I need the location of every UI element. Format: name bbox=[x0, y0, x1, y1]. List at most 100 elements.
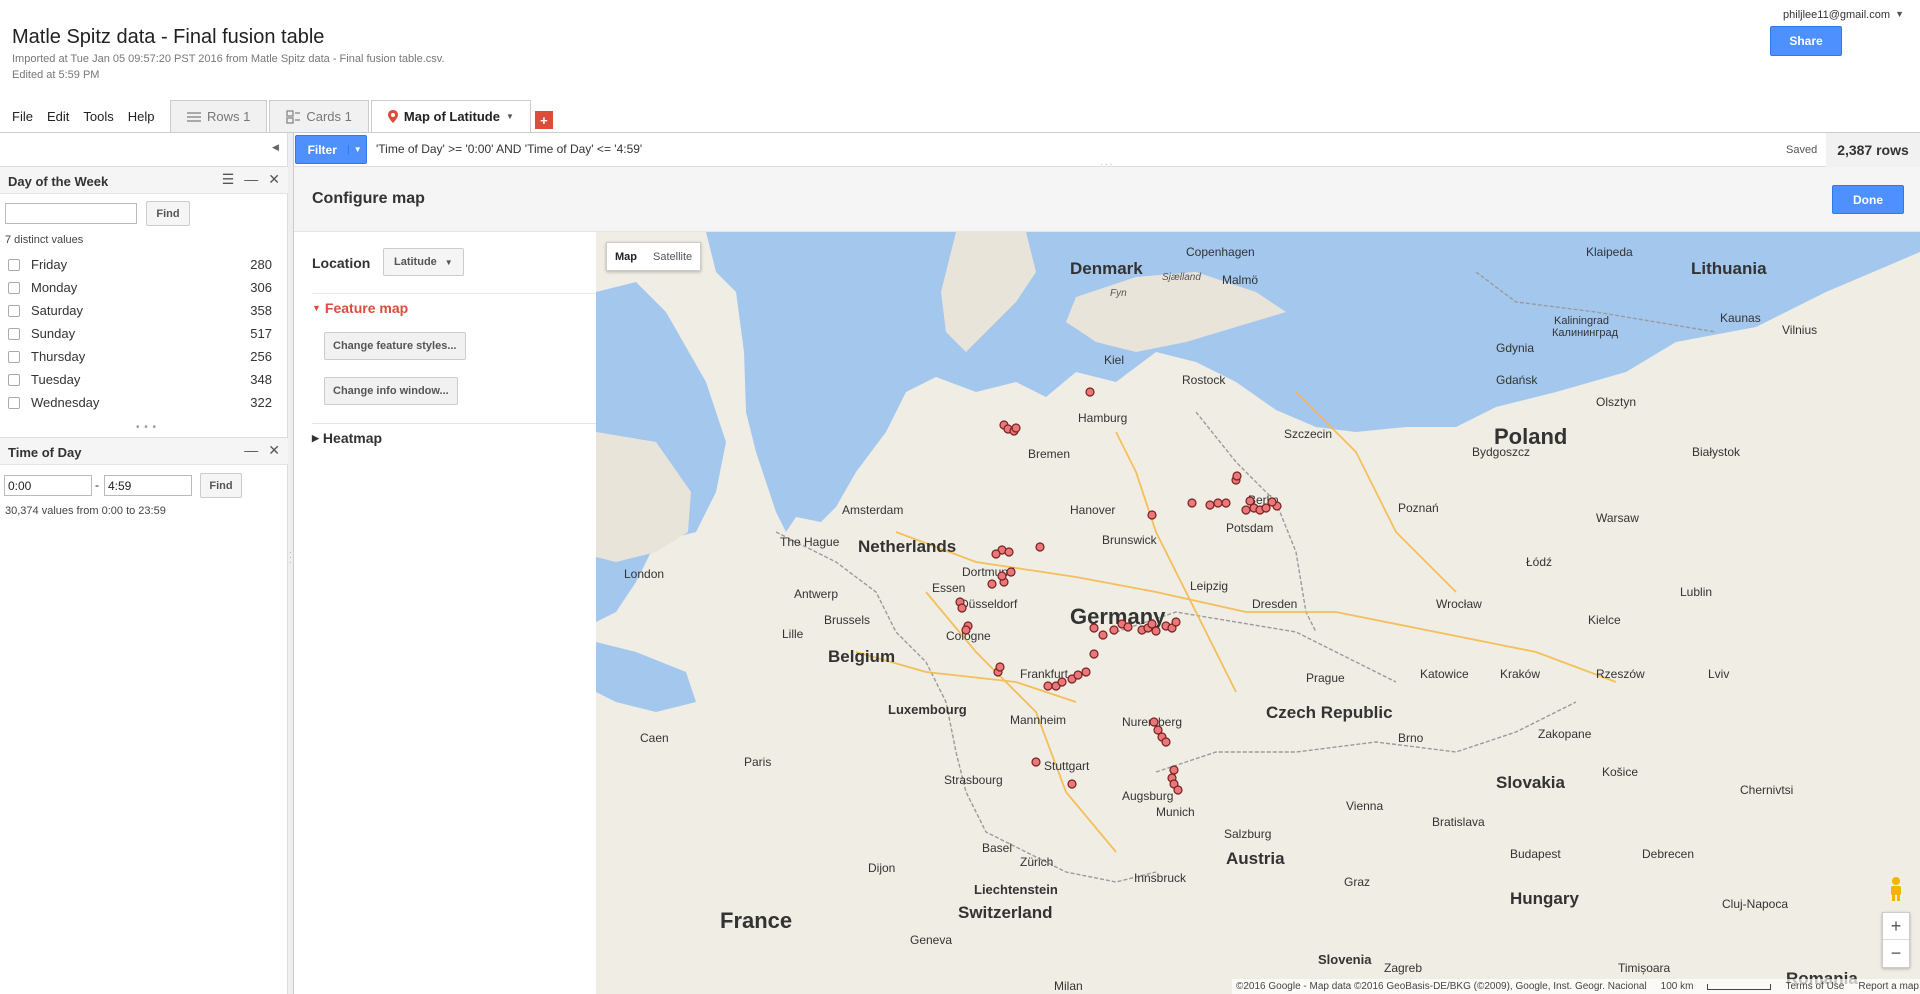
account-email[interactable]: philjlee11@gmail.com bbox=[1783, 9, 1890, 21]
location-marker[interactable] bbox=[1035, 542, 1045, 552]
map-canvas[interactable]: Denmark Lithuania Netherlands Poland Ger… bbox=[596, 232, 1920, 994]
map-type-map-button[interactable]: Map bbox=[607, 243, 645, 270]
location-marker[interactable] bbox=[1067, 779, 1077, 789]
filter-query[interactable]: 'Time of Day' >= '0:00' AND 'Time of Day… bbox=[376, 142, 642, 156]
location-marker[interactable] bbox=[957, 603, 967, 613]
close-icon[interactable]: ✕ bbox=[268, 171, 280, 188]
location-dropdown[interactable]: Latitude ▼ bbox=[383, 248, 464, 276]
location-marker[interactable] bbox=[1232, 471, 1242, 481]
location-marker[interactable] bbox=[1169, 765, 1179, 775]
filter-button[interactable]: Filter ▼ bbox=[295, 135, 367, 164]
location-marker[interactable] bbox=[1085, 387, 1095, 397]
list-item[interactable]: Monday 306 bbox=[8, 276, 272, 299]
account-caret-icon[interactable]: ▼ bbox=[1895, 9, 1904, 19]
location-marker[interactable] bbox=[1011, 423, 1021, 433]
list-item[interactable]: Wednesday 322 bbox=[8, 391, 272, 414]
minimize-icon[interactable]: — bbox=[244, 442, 258, 459]
city-label: The Hague bbox=[780, 535, 840, 549]
location-marker[interactable] bbox=[1213, 498, 1223, 508]
tab-rows[interactable]: Rows 1 bbox=[170, 100, 268, 132]
done-button[interactable]: Done bbox=[1832, 185, 1904, 214]
checkbox[interactable] bbox=[8, 373, 20, 386]
minimize-icon[interactable]: — bbox=[244, 171, 258, 188]
heatmap-section[interactable]: ▶ Heatmap bbox=[312, 430, 382, 446]
tab-dropdown-caret-icon[interactable]: ▼ bbox=[506, 112, 514, 121]
add-tab-button[interactable]: + bbox=[534, 111, 553, 129]
list-item[interactable]: Friday 280 bbox=[8, 253, 272, 276]
country-label: Netherlands bbox=[858, 537, 956, 556]
time-to-input[interactable] bbox=[104, 475, 192, 496]
location-marker[interactable] bbox=[1098, 630, 1108, 640]
location-marker[interactable] bbox=[1171, 617, 1181, 627]
city-label: Katowice bbox=[1420, 667, 1469, 681]
change-info-window-button[interactable]: Change info window... bbox=[324, 377, 458, 405]
day-find-button[interactable]: Find bbox=[146, 201, 190, 226]
checkbox[interactable] bbox=[8, 350, 20, 363]
time-from-input[interactable] bbox=[4, 475, 92, 496]
menu-tools[interactable]: Tools bbox=[83, 109, 113, 124]
tab-map-of-latitude[interactable]: Map of Latitude ▼ bbox=[370, 100, 531, 132]
tab-cards[interactable]: Cards 1 bbox=[269, 100, 369, 132]
map-graphic[interactable]: Denmark Lithuania Netherlands Poland Ger… bbox=[596, 232, 1920, 994]
change-feature-styles-button[interactable]: Change feature styles... bbox=[324, 332, 466, 360]
location-marker[interactable] bbox=[1031, 757, 1041, 767]
zoom-in-icon[interactable]: + bbox=[1883, 913, 1909, 940]
location-marker[interactable] bbox=[1057, 677, 1067, 687]
menu-file[interactable]: File bbox=[12, 109, 33, 124]
zoom-out-icon[interactable]: − bbox=[1883, 940, 1909, 967]
city-label: Warsaw bbox=[1596, 511, 1639, 525]
location-marker[interactable] bbox=[1147, 510, 1157, 520]
location-marker[interactable] bbox=[1149, 717, 1159, 727]
location-marker[interactable] bbox=[987, 579, 997, 589]
location-marker[interactable] bbox=[1161, 737, 1171, 747]
location-marker[interactable] bbox=[991, 549, 1001, 559]
checkbox[interactable] bbox=[8, 281, 20, 294]
checkbox[interactable] bbox=[8, 258, 20, 271]
location-marker[interactable] bbox=[1004, 547, 1014, 557]
day-filter-title: Day of the Week bbox=[8, 174, 109, 189]
country-label: Luxembourg bbox=[888, 702, 967, 717]
location-marker[interactable] bbox=[1073, 670, 1083, 680]
location-marker[interactable] bbox=[1267, 497, 1277, 507]
share-button[interactable]: Share bbox=[1770, 26, 1842, 56]
location-marker[interactable] bbox=[1089, 649, 1099, 659]
location-marker[interactable] bbox=[1006, 567, 1016, 577]
checkbox[interactable] bbox=[8, 304, 20, 317]
location-marker[interactable] bbox=[1151, 626, 1161, 636]
list-item[interactable]: Tuesday 348 bbox=[8, 368, 272, 391]
splitter-grip-icon[interactable]: · · · bbox=[289, 549, 292, 567]
location-marker[interactable] bbox=[1081, 667, 1091, 677]
feature-map-section[interactable]: ▼ Feature map bbox=[312, 300, 408, 316]
map-type-satellite-button[interactable]: Satellite bbox=[645, 243, 700, 270]
location-marker[interactable] bbox=[1043, 681, 1053, 691]
filter-caret-icon[interactable]: ▼ bbox=[348, 145, 366, 154]
street-view-pegman-icon[interactable] bbox=[1886, 876, 1906, 902]
menu-icon[interactable]: ☰ bbox=[222, 171, 235, 188]
menu-edit[interactable]: Edit bbox=[47, 109, 69, 124]
location-marker[interactable] bbox=[1109, 625, 1119, 635]
time-find-button[interactable]: Find bbox=[200, 473, 242, 498]
location-marker[interactable] bbox=[1245, 496, 1255, 506]
collapse-panel-icon[interactable]: ◀ bbox=[272, 142, 279, 153]
day-search-input[interactable] bbox=[5, 203, 137, 224]
location-marker[interactable] bbox=[1173, 785, 1183, 795]
location-marker[interactable] bbox=[1205, 500, 1215, 510]
location-marker[interactable] bbox=[1123, 622, 1133, 632]
location-marker[interactable] bbox=[1241, 505, 1251, 515]
list-item[interactable]: Sunday 517 bbox=[8, 322, 272, 345]
list-item[interactable]: Thursday 256 bbox=[8, 345, 272, 368]
terms-link[interactable]: Terms of Use bbox=[1785, 981, 1844, 992]
location-marker[interactable] bbox=[997, 571, 1007, 581]
list-item[interactable]: Saturday 358 bbox=[8, 299, 272, 322]
location-marker[interactable] bbox=[995, 662, 1005, 672]
report-error-link[interactable]: Report a map error bbox=[1858, 981, 1920, 992]
location-marker[interactable] bbox=[1089, 623, 1099, 633]
checkbox[interactable] bbox=[8, 396, 20, 409]
menu-help[interactable]: Help bbox=[128, 109, 155, 124]
location-marker[interactable] bbox=[1221, 498, 1231, 508]
location-marker[interactable] bbox=[1187, 498, 1197, 508]
checkbox[interactable] bbox=[8, 327, 20, 340]
location-marker[interactable] bbox=[961, 625, 971, 635]
close-icon[interactable]: ✕ bbox=[268, 442, 280, 459]
resize-grip-icon[interactable]: • • • bbox=[136, 422, 157, 433]
